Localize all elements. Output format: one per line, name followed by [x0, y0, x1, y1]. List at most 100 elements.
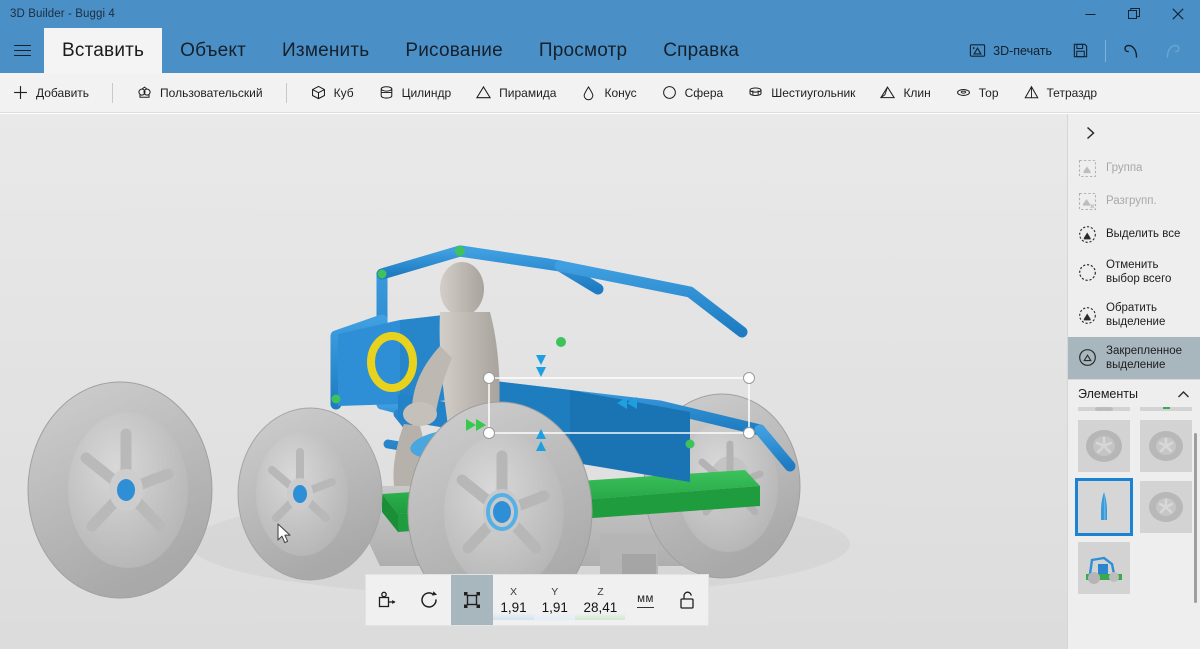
panel-item-invert-selection[interactable]: Обратить выделение [1068, 294, 1200, 337]
unit-selector[interactable]: мм [625, 575, 665, 625]
tab-insert-label: Вставить [62, 39, 145, 61]
minimize-button[interactable] [1068, 0, 1112, 28]
panel-item-ungroup[interactable]: Разгрупп. [1068, 185, 1200, 218]
shape-tetrahedron-label: Тетраздр [1046, 85, 1098, 100]
tab-view[interactable]: Просмотр [521, 28, 645, 73]
undo-icon [1124, 44, 1138, 58]
select-all-icon [1079, 226, 1096, 243]
menu-separator [1105, 39, 1106, 62]
tab-help-label: Справка [663, 39, 740, 61]
lock-aspect-button[interactable] [666, 575, 708, 625]
shape-wedge[interactable]: Клин [867, 73, 942, 113]
axis-z-bar [575, 613, 626, 620]
shape-cone[interactable]: Конус [568, 73, 648, 113]
hamburger-icon [13, 41, 31, 59]
axis-x[interactable]: X 1,91 [492, 575, 535, 625]
undo-button[interactable] [1112, 28, 1152, 73]
torus-icon [956, 89, 970, 96]
panel-item-group[interactable]: Группа [1068, 152, 1200, 185]
rotate-tool-button[interactable] [408, 575, 450, 625]
shape-sphere[interactable]: Сфера [649, 73, 736, 113]
cone-icon [584, 86, 594, 101]
right-panel: Группа Разгрупп. Выделить все Отменить в… [1067, 114, 1200, 649]
panel-item-select-all[interactable]: Выделить все [1068, 218, 1200, 251]
print-3d-icon [969, 44, 986, 57]
shape-tetrahedron[interactable]: Тетраздр [1011, 73, 1110, 113]
add-button[interactable]: Добавить [0, 73, 101, 113]
tab-edit-label: Изменить [282, 39, 370, 61]
panel-item-invert-selection-label: Обратить выделение [1106, 301, 1166, 329]
rotate-icon [421, 591, 438, 608]
tetrahedron-icon [1023, 85, 1039, 99]
wheel-front-far [237, 407, 383, 581]
deselect-all-icon [1079, 263, 1096, 281]
shape-hexagon[interactable]: Шестиугольник [735, 73, 867, 113]
panel-expand-button[interactable] [1068, 114, 1200, 152]
axis-x-bar [492, 613, 535, 620]
mouse-cursor [277, 523, 291, 544]
unlock-icon [680, 591, 694, 609]
app-window: 3D Builder - Buggi 4 Вставить Объект Изм… [0, 0, 1200, 649]
shape-cube[interactable]: Куб [298, 73, 366, 113]
elements-section-header[interactable]: Элементы [1068, 379, 1200, 407]
axis-y[interactable]: Y 1,91 [534, 575, 576, 625]
panel-item-select-all-label: Выделить все [1106, 228, 1181, 241]
shape-pyramid[interactable]: Пирамида [463, 73, 568, 113]
tab-object[interactable]: Объект [162, 28, 264, 73]
unit-label: мм [637, 593, 654, 608]
hamburger-menu-button[interactable] [0, 28, 44, 73]
add-label: Добавить [36, 85, 90, 100]
panel-scrollbar[interactable] [1194, 433, 1197, 604]
model-buggy[interactable] [0, 114, 1067, 649]
chevron-up-icon[interactable] [1177, 390, 1190, 399]
tab-help[interactable]: Справка [645, 28, 757, 73]
pyramid-icon [476, 85, 492, 99]
shape-hexagon-label: Шестиугольник [771, 85, 856, 100]
axis-z[interactable]: Z 28,41 [575, 575, 626, 625]
tab-paint[interactable]: Рисование [387, 28, 521, 73]
thumb-pin[interactable] [1075, 478, 1133, 537]
save-button[interactable] [1062, 28, 1099, 73]
thumb-wheel-2[interactable] [1140, 420, 1192, 473]
shape-cone-label: Конус [604, 85, 637, 100]
custom-shape-label: Пользовательский [160, 85, 263, 100]
close-button[interactable] [1156, 0, 1200, 28]
axis-y-label: Y [551, 586, 559, 598]
redo-button[interactable] [1152, 28, 1192, 73]
shape-cube-label: Куб [333, 85, 354, 100]
ungroup-icon [1078, 192, 1097, 211]
axis-x-label: X [509, 586, 517, 598]
title-bar: 3D Builder - Buggi 4 [0, 0, 1200, 28]
shapes-toolbar: Добавить Пользовательский Куб Цилиндр Пи… [0, 73, 1200, 113]
tab-insert[interactable]: Вставить [44, 28, 163, 73]
shape-sphere-label: Сфера [684, 85, 724, 100]
restore-button[interactable] [1112, 0, 1156, 28]
hexagon-icon [749, 87, 762, 97]
custom-shape-button[interactable]: Пользовательский [124, 73, 275, 113]
thumb-partial-right[interactable] [1140, 407, 1192, 412]
viewport-canvas[interactable] [0, 114, 1067, 649]
sphere-icon [662, 86, 676, 99]
shape-cylinder[interactable]: Цилиндр [366, 73, 464, 113]
window-title: 3D Builder - Buggi 4 [10, 8, 115, 20]
group-icon [1078, 159, 1097, 178]
shape-torus[interactable]: Тор [943, 73, 1011, 113]
thumb-partial-left[interactable] [1078, 407, 1130, 412]
thumb-buggy[interactable] [1078, 542, 1130, 595]
panel-item-pinned-selection[interactable]: Закрепленное выделение [1068, 336, 1200, 380]
thumb-wheel-1[interactable] [1078, 420, 1130, 473]
scale-icon [463, 592, 480, 608]
print-3d-button[interactable]: 3D-печать [959, 28, 1062, 73]
tab-edit[interactable]: Изменить [264, 28, 387, 73]
panel-item-pinned-selection-label: Закрепленное выделение [1106, 344, 1182, 371]
menu-bar: Вставить Объект Изменить Рисование Просм… [0, 28, 1200, 73]
panel-item-deselect-all[interactable]: Отменить выбор всего [1068, 251, 1200, 294]
scale-tool-button[interactable] [450, 575, 493, 625]
move-tool-button[interactable] [366, 575, 408, 625]
thumb-wheel-3[interactable] [1140, 481, 1192, 534]
cylinder-icon [380, 86, 392, 99]
elements-thumbnail-grid[interactable] [1068, 407, 1200, 649]
wheel-front-near [27, 381, 213, 599]
shape-cylinder-label: Цилиндр [401, 85, 452, 100]
transform-toolbar: X 1,91 Y 1,91 Z 28,41 мм [366, 575, 708, 625]
